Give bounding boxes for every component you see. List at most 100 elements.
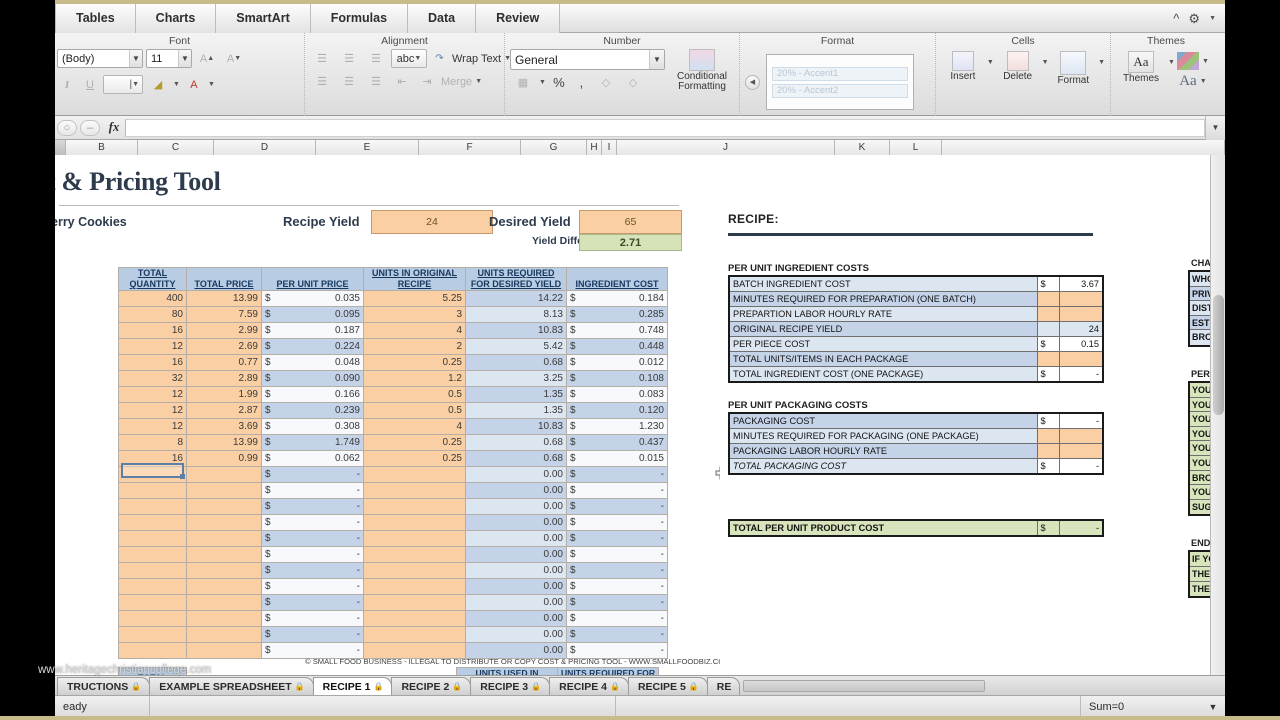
cell-total-price[interactable] (186, 626, 262, 643)
cell-total-price[interactable] (186, 482, 262, 499)
cell-ingredient-cost[interactable]: - (566, 578, 668, 595)
percent-style-button[interactable]: % (549, 73, 569, 92)
ingredient-cost-value[interactable] (1058, 291, 1104, 307)
cell-units-required[interactable]: 0.68 (465, 354, 567, 371)
cell-ingredient-cost[interactable]: - (566, 594, 668, 611)
cell-units-in-original-recipe[interactable]: 4 (363, 418, 466, 435)
cell-styles-gallery[interactable]: 20% - Accent1 20% - Accent2 (766, 54, 914, 110)
wrap-text-icon[interactable]: ↷ (430, 49, 449, 68)
cell-total-quantity[interactable]: 400 (118, 290, 187, 307)
column-header-e[interactable]: E (316, 140, 419, 155)
cell-per-unit-price[interactable]: 0.239 (261, 402, 364, 419)
cell-units-required[interactable]: 5.42 (465, 338, 567, 355)
format-cells-button[interactable]: Format (1051, 51, 1097, 86)
cell-ingredient-cost[interactable]: - (566, 626, 668, 643)
recipe-yield-input[interactable]: 24 (371, 210, 493, 234)
align-middle-icon[interactable]: ☰ (337, 49, 361, 68)
status-sum-chevron-down-icon[interactable]: ▼ (1201, 696, 1225, 717)
cell-units-required[interactable]: 0.68 (465, 434, 567, 451)
cell-total-price[interactable]: 13.99 (186, 434, 262, 451)
italic-button[interactable]: I (57, 75, 77, 94)
cell-units-required[interactable]: 0.00 (465, 482, 567, 499)
packaging-cost-row[interactable]: PACKAGING COST $ - (728, 412, 1104, 429)
fill-handle[interactable] (180, 474, 185, 479)
cell-units-in-original-recipe[interactable]: 0.25 (363, 434, 466, 451)
recipe-name-cell[interactable]: erry Cookies (55, 215, 127, 229)
table-row[interactable]: 123.690.308410.831.230 (118, 418, 668, 435)
align-center-icon[interactable]: ☰ (337, 72, 361, 91)
fill-color-button[interactable]: ◢ (146, 75, 170, 94)
decrease-indent-icon[interactable]: ⇤ (391, 72, 413, 91)
column-header-k[interactable]: K (835, 140, 890, 155)
cell-per-unit-price[interactable]: 0.090 (261, 370, 364, 387)
column-header-f[interactable]: F (419, 140, 521, 155)
gear-icon[interactable]: ⚙ (1188, 12, 1200, 25)
number-format-combo[interactable]: General ▼ (510, 49, 665, 70)
cell-total-price[interactable] (186, 498, 262, 515)
packaging-cost-value[interactable]: - (1058, 412, 1104, 429)
cell-ingredient-cost[interactable]: - (566, 610, 668, 627)
comma-style-button[interactable]: , (572, 73, 591, 92)
cell-ingredient-cost[interactable]: 0.012 (566, 354, 668, 371)
align-bottom-icon[interactable]: ☰ (364, 49, 388, 68)
cell-units-required[interactable]: 0.00 (465, 546, 567, 563)
cell-units-in-original-recipe[interactable] (363, 610, 466, 627)
cell-units-in-original-recipe[interactable] (363, 546, 466, 563)
vertical-scrollbar-thumb[interactable] (1213, 295, 1224, 415)
column-header-g[interactable]: G (521, 140, 587, 155)
cell-units-in-original-recipe[interactable]: 0.5 (363, 386, 466, 403)
currency-format-icon[interactable]: ▦ (510, 73, 536, 92)
cell-units-required[interactable]: 0.68 (465, 450, 567, 467)
selected-cell-indicator[interactable] (121, 463, 185, 479)
table-row[interactable]: 160.990.0620.250.680.015 (118, 450, 668, 467)
column-header-l[interactable]: L (890, 140, 942, 155)
theme-colors-icon[interactable] (1176, 52, 1199, 70)
cell-units-required[interactable]: 1.35 (465, 402, 567, 419)
cell-units-in-original-recipe[interactable] (363, 482, 466, 499)
cell-ingredient-cost[interactable]: 0.108 (566, 370, 668, 387)
sheet-tab-recipe-5[interactable]: RECIPE 5 🔒 (627, 677, 708, 695)
table-row[interactable]: 813.991.7490.250.680.437 (118, 434, 668, 451)
cell-per-unit-price[interactable]: 0.308 (261, 418, 364, 435)
ingredient-cost-row[interactable]: TOTAL INGREDIENT COST (ONE PACKAGE) $ - (728, 366, 1104, 383)
cell-ingredient-cost[interactable]: - (566, 482, 668, 499)
sheet-tab-recipe-3[interactable]: RECIPE 3 🔒 (470, 677, 551, 695)
cell-per-unit-price[interactable]: - (261, 466, 364, 483)
align-left-icon[interactable]: ☰ (310, 72, 334, 91)
cell-total-price[interactable]: 0.99 (186, 450, 262, 467)
cell-units-in-original-recipe[interactable] (363, 594, 466, 611)
ingredient-cost-value[interactable] (1058, 351, 1104, 367)
cell-ingredient-cost[interactable]: - (566, 514, 668, 531)
cell-ingredient-cost[interactable]: - (566, 546, 668, 563)
cell-ingredient-cost[interactable]: 0.437 (566, 434, 668, 451)
cell-total-quantity[interactable] (118, 610, 187, 627)
cell-total-price[interactable] (186, 546, 262, 563)
wrap-text-label[interactable]: Wrap Text (452, 53, 501, 65)
cell-units-in-original-recipe[interactable]: 2 (363, 338, 466, 355)
theme-fonts-icon[interactable]: Aa (1179, 73, 1197, 90)
cell-units-required[interactable]: 0.00 (465, 562, 567, 579)
formula-bar-expand-icon[interactable]: ▼ (1205, 115, 1225, 140)
cell-units-in-original-recipe[interactable] (363, 626, 466, 643)
ribbon-tab-charts[interactable]: Charts (135, 4, 217, 33)
increase-indent-icon[interactable]: ⇥ (416, 72, 438, 91)
cell-total-quantity[interactable] (118, 578, 187, 595)
ribbon-tab-review[interactable]: Review (476, 4, 561, 33)
cell-total-price[interactable]: 2.87 (186, 402, 262, 419)
cell-units-required[interactable]: 0.00 (465, 498, 567, 515)
cell-units-required[interactable]: 0.00 (465, 514, 567, 531)
cell-per-unit-price[interactable]: 0.035 (261, 290, 364, 307)
shrink-font-button[interactable]: A ▼ (222, 49, 246, 68)
column-header-c[interactable]: C (138, 140, 214, 155)
cell-units-in-original-recipe[interactable] (363, 514, 466, 531)
cell-ingredient-cost[interactable]: 0.120 (566, 402, 668, 419)
cell-units-required[interactable]: 3.25 (465, 370, 567, 387)
increase-decimal-icon[interactable]: ◇ (594, 73, 618, 92)
table-row[interactable]: 121.990.1660.51.350.083 (118, 386, 668, 403)
ingredient-cost-value[interactable]: - (1058, 366, 1104, 383)
cell-total-quantity[interactable] (118, 594, 187, 611)
cell-units-in-original-recipe[interactable]: 0.25 (363, 450, 466, 467)
ingredient-cost-row[interactable]: TOTAL UNITS/ITEMS IN EACH PACKAGE (728, 351, 1104, 367)
cell-units-required[interactable]: 10.83 (465, 322, 567, 339)
cell-total-quantity[interactable] (118, 530, 187, 547)
